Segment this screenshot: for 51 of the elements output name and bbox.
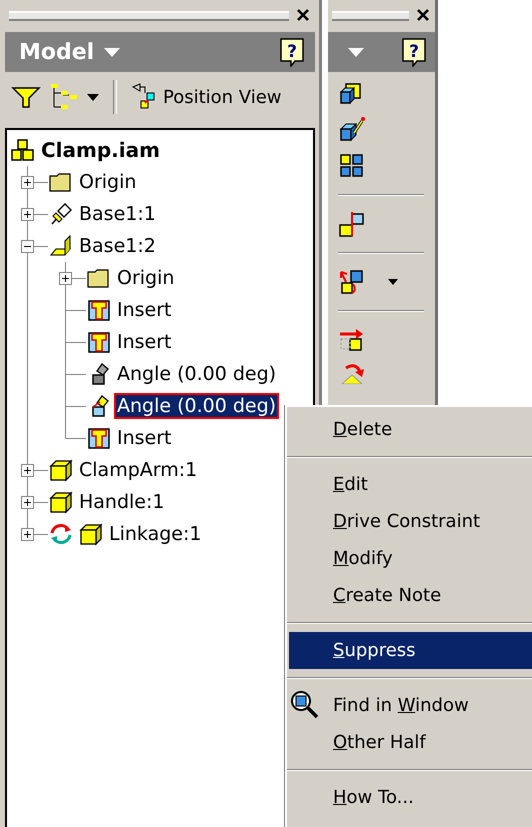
help-icon[interactable]: ? <box>279 37 305 67</box>
menu-item[interactable]: Other Half <box>287 724 532 761</box>
tree-connector <box>65 358 86 390</box>
expander-icon[interactable] <box>21 208 34 221</box>
tree-node[interactable]: Insert <box>116 331 172 353</box>
expander-icon[interactable] <box>21 464 34 477</box>
menu-item[interactable]: How To... <box>287 779 532 816</box>
menu-item[interactable]: Edit <box>287 466 532 503</box>
edit-component-icon[interactable] <box>338 116 366 144</box>
expander-icon[interactable] <box>21 496 34 509</box>
tree-connector <box>65 294 86 326</box>
filter-icon[interactable] <box>11 85 41 109</box>
tree-node[interactable]: Linkage:1 <box>108 523 202 545</box>
tree-node[interactable]: Base1:2 <box>78 235 157 257</box>
tree-node[interactable]: Base1:1 <box>78 203 157 225</box>
expander-icon[interactable] <box>59 272 72 285</box>
tree-node[interactable]: Angle (0.00 deg) <box>116 363 278 385</box>
tree-node[interactable]: Angle (0.00 deg) <box>116 395 278 417</box>
caret-icon[interactable] <box>388 279 398 285</box>
expander-icon[interactable] <box>21 240 34 253</box>
menu-item[interactable]: Find in Window <box>287 687 532 724</box>
expander-icon[interactable] <box>21 528 34 541</box>
tree-node[interactable]: Origin <box>78 171 138 193</box>
menu-item[interactable]: Suppress <box>289 632 532 669</box>
magnifier-icon <box>290 690 320 720</box>
tree-node[interactable]: Insert <box>116 427 172 449</box>
tree-node[interactable]: Insert <box>116 299 172 321</box>
tree-node[interactable]: ClampArm:1 <box>78 459 198 481</box>
constraint-icon[interactable] <box>338 210 366 238</box>
tree-view-icon[interactable] <box>49 83 79 111</box>
cube-icon <box>48 521 104 547</box>
expander-icon[interactable] <box>21 176 34 189</box>
menu-item[interactable]: Modify <box>287 540 532 577</box>
menu-item[interactable]: Drive Constraint <box>287 503 532 540</box>
pattern-icon[interactable] <box>338 152 366 180</box>
tree-node[interactable]: Origin <box>116 267 176 289</box>
cube-icon <box>48 489 74 515</box>
close-button[interactable] <box>297 9 311 23</box>
help-icon[interactable]: ? <box>401 37 427 67</box>
assembly-icon <box>10 137 36 163</box>
move-rotate-icon[interactable] <box>338 268 366 296</box>
tree-connector <box>65 326 86 358</box>
tree-node[interactable]: Handle:1 <box>78 491 166 513</box>
menu-item[interactable]: Create Note <box>287 577 532 614</box>
tree-node[interactable]: Clamp.iam <box>40 138 161 162</box>
panel-title[interactable]: Model <box>19 40 94 64</box>
menu-item[interactable]: Delete <box>287 411 532 448</box>
caret-icon[interactable] <box>87 94 99 100</box>
close-button[interactable] <box>417 9 431 23</box>
position-view-button[interactable]: Position View <box>131 83 282 111</box>
cube-icon <box>48 457 74 483</box>
